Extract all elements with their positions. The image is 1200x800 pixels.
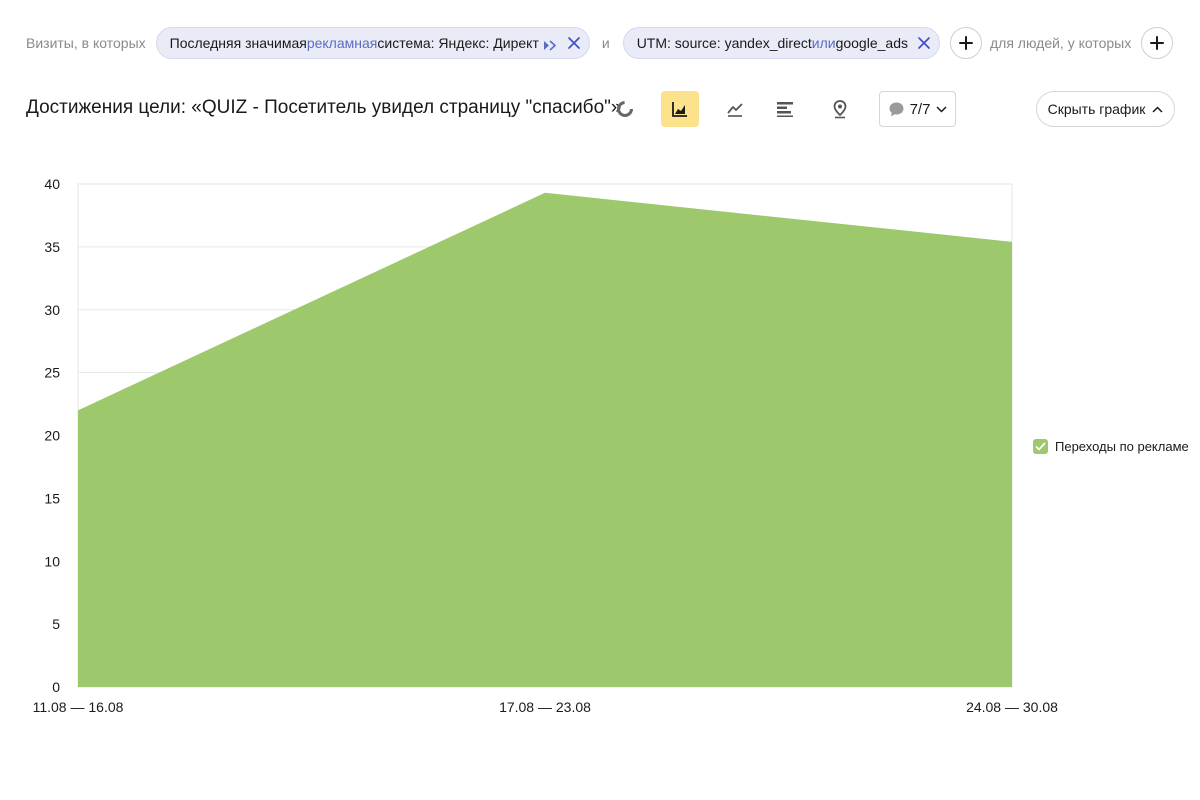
y-tick-label: 5 — [52, 616, 60, 632]
bar-chart-icon — [777, 102, 793, 117]
segment-filter-bar: Визиты, в которых Последняя значимая рек… — [26, 27, 1174, 59]
line-chart-button[interactable] — [716, 91, 754, 127]
x-tick-label: 17.08 — 23.08 — [499, 699, 591, 715]
y-tick-label: 20 — [44, 428, 60, 444]
comment-icon — [889, 102, 904, 116]
pie-chart-icon — [617, 101, 633, 117]
y-tick-label: 10 — [44, 553, 60, 569]
filter-chip-ad-system-label-start: Последняя значимая — [169, 35, 307, 51]
yandex-direct-icon — [543, 38, 558, 51]
add-visit-condition-button[interactable] — [949, 27, 982, 59]
filter-chip-utm-or: или — [811, 35, 836, 51]
filter-chip-utm-source[interactable]: UTM: source: yandex_direct или google_ad… — [622, 27, 940, 59]
hide-chart-button[interactable]: Скрыть график — [1036, 91, 1175, 127]
area-chart-icon — [672, 102, 687, 117]
y-tick-label: 15 — [44, 490, 60, 506]
line-chart-icon — [727, 103, 743, 117]
checkmark-icon — [1035, 442, 1046, 451]
legend-label: Переходы по рекламе — [1055, 439, 1189, 454]
x-tick-label: 24.08 — 30.08 — [966, 699, 1058, 715]
area-chart: 0 5 10 15 20 25 30 35 40 11.08 — 16.08 17.08 — 23.… — [33, 176, 1059, 715]
page-title: Достижения цели: «QUIZ - Посетитель увид… — [26, 97, 622, 118]
y-tick-label: 40 — [44, 176, 60, 192]
plus-icon — [1150, 36, 1165, 50]
close-icon[interactable] — [567, 36, 581, 50]
filter-chip-ad-system-label-mid: рекламная — [306, 35, 378, 51]
x-tick-label: 11.08 — 16.08 — [33, 699, 124, 715]
filter-chip-utm-label-start: UTM: source: yandex_direct — [636, 35, 812, 51]
bar-chart-button[interactable] — [766, 91, 804, 127]
filter-chip-ad-system[interactable]: Последняя значимая рекламная система: Ян… — [155, 27, 590, 59]
y-tick-label: 30 — [44, 302, 60, 318]
filter-people-label: для людей, у которых — [989, 35, 1132, 51]
y-tick-label: 35 — [44, 239, 60, 255]
notes-dropdown-button[interactable]: 7/7 — [879, 91, 956, 127]
chevron-up-icon — [1152, 105, 1163, 113]
notes-count: 7/7 — [909, 100, 931, 118]
map-pin-icon — [833, 100, 847, 119]
hide-chart-label: Скрыть график — [1047, 101, 1146, 117]
filter-chip-utm-label-end: google_ads — [835, 35, 908, 51]
add-people-condition-button[interactable] — [1141, 27, 1174, 59]
legend-item-series[interactable]: Переходы по рекламе — [1033, 439, 1189, 454]
legend-checkbox[interactable] — [1033, 439, 1048, 454]
chevron-down-icon — [936, 105, 947, 113]
y-tick-label: 25 — [44, 365, 60, 381]
filter-chip-ad-system-label-end: система: Яндекс: Директ — [377, 35, 539, 51]
filter-prefix-label: Визиты, в которых — [26, 35, 146, 51]
map-button[interactable] — [821, 91, 859, 127]
plus-icon — [958, 36, 973, 50]
filter-and-label: и — [601, 35, 610, 51]
y-tick-label: 0 — [52, 679, 60, 695]
pie-chart-button[interactable] — [606, 91, 644, 127]
area-chart-button[interactable] — [661, 91, 699, 127]
close-icon[interactable] — [917, 36, 931, 50]
